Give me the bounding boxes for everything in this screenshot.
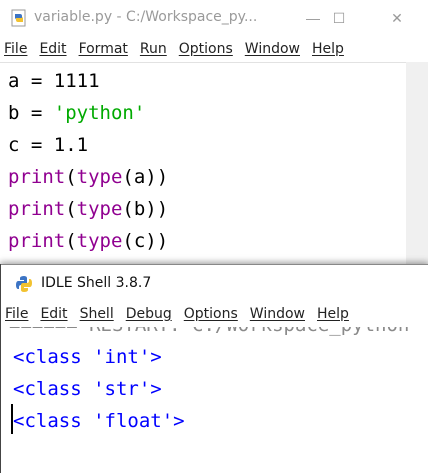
editor-scrollbar[interactable] bbox=[406, 62, 428, 270]
editor-title: variable.py - C:/Workspace_py... bbox=[34, 9, 258, 25]
code-line: c = 1.1 bbox=[8, 134, 89, 156]
shell-output-line: <class 'float'> bbox=[13, 410, 185, 432]
shell-menu-options[interactable]: Options bbox=[180, 306, 242, 322]
editor-menu-options[interactable]: Options bbox=[175, 41, 237, 57]
code-editor[interactable]: a = 1111 b = 'python' c = 1.1 print(type(a)… bbox=[0, 62, 406, 271]
code-line: print(type(b)) bbox=[8, 198, 169, 220]
python-file-icon bbox=[11, 9, 26, 27]
shell-menubar: File Edit Shell Debug Options Window Help bbox=[1, 301, 428, 328]
shell-titlebar[interactable]: IDLE Shell 3.8.7 bbox=[1, 264, 428, 302]
editor-menu-window[interactable]: Window bbox=[241, 41, 304, 57]
editor-menubar: File Edit Format Run Options Window Help bbox=[0, 36, 428, 62]
maximize-button[interactable]: ☐ bbox=[316, 0, 362, 36]
editor-menu-format[interactable]: Format bbox=[75, 41, 132, 57]
editor-menu-edit[interactable]: Edit bbox=[35, 41, 70, 57]
shell-output-line: <class 'str'> bbox=[13, 378, 162, 400]
editor-menu-file[interactable]: File bbox=[0, 41, 31, 57]
text-cursor bbox=[11, 404, 13, 434]
shell-window: IDLE Shell 3.8.7 File Edit Shell Debug Optio… bbox=[0, 264, 428, 473]
editor-menu-help[interactable]: Help bbox=[308, 41, 348, 57]
restart-banner: ====== RESTART: C:/Workspace_python bbox=[9, 327, 409, 341]
editor-window: variable.py - C:/Workspace_py... — ☐ ✕ F… bbox=[0, 0, 428, 271]
shell-output-line: <class 'int'> bbox=[13, 346, 162, 368]
code-line: print(type(a)) bbox=[8, 166, 169, 188]
shell-menu-window[interactable]: Window bbox=[246, 306, 309, 322]
code-line: b = 'python' bbox=[8, 102, 146, 124]
maximize-icon: ☐ bbox=[332, 9, 346, 26]
code-line: a = 1111 bbox=[8, 70, 100, 92]
shell-menu-shell[interactable]: Shell bbox=[76, 306, 118, 322]
editor-menu-run[interactable]: Run bbox=[136, 41, 171, 57]
shell-menu-edit[interactable]: Edit bbox=[36, 306, 71, 322]
code-line: print(type(c)) bbox=[8, 230, 169, 252]
shell-menu-debug[interactable]: Debug bbox=[122, 306, 176, 322]
editor-titlebar[interactable]: variable.py - C:/Workspace_py... — ☐ ✕ bbox=[0, 0, 428, 36]
shell-menu-help[interactable]: Help bbox=[313, 306, 353, 322]
python-icon bbox=[16, 276, 32, 292]
shell-output-area[interactable]: ====== RESTART: C:/Workspace_python <cla… bbox=[1, 327, 428, 473]
close-icon: ✕ bbox=[391, 9, 403, 26]
close-button[interactable]: ✕ bbox=[374, 0, 420, 36]
shell-menu-file[interactable]: File bbox=[1, 306, 32, 322]
shell-title: IDLE Shell 3.8.7 bbox=[41, 275, 152, 291]
